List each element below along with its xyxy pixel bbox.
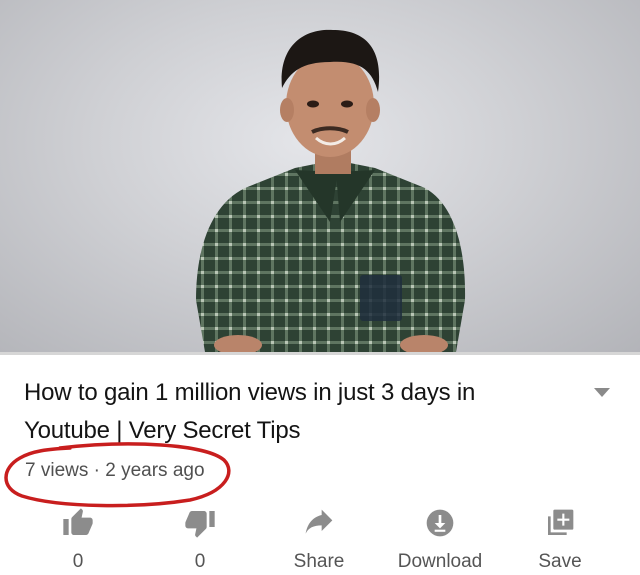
video-actions-bar: 0 0 Share Download Save [0, 500, 640, 575]
video-divider [0, 352, 640, 355]
thumbs-up-icon [63, 508, 93, 535]
video-player[interactable] [0, 0, 640, 352]
share-arrow-icon [305, 509, 333, 534]
download-label: Download [397, 551, 483, 572]
dislike-button[interactable]: 0 [140, 500, 260, 573]
download-icon [426, 509, 454, 537]
video-title: How to gain 1 million views in just 3 da… [24, 379, 476, 444]
save-label: Save [538, 551, 582, 572]
expand-description-icon[interactable] [594, 388, 610, 397]
share-button[interactable]: Share [259, 500, 379, 573]
download-button[interactable]: Download [380, 500, 500, 573]
dislike-count: 0 [194, 551, 206, 572]
like-count: 0 [72, 551, 84, 572]
thumbs-down-icon [185, 511, 215, 538]
video-frame-person [196, 29, 466, 352]
upload-age: 2 years ago [105, 460, 205, 481]
save-button[interactable]: Save [500, 500, 620, 573]
video-stats: 7 views · 2 years ago [25, 460, 205, 482]
share-label: Share [293, 551, 345, 572]
playlist-add-icon [548, 509, 574, 535]
view-count: 7 views [25, 460, 89, 481]
stats-separator: · [93, 460, 100, 481]
like-button[interactable]: 0 [18, 500, 138, 573]
